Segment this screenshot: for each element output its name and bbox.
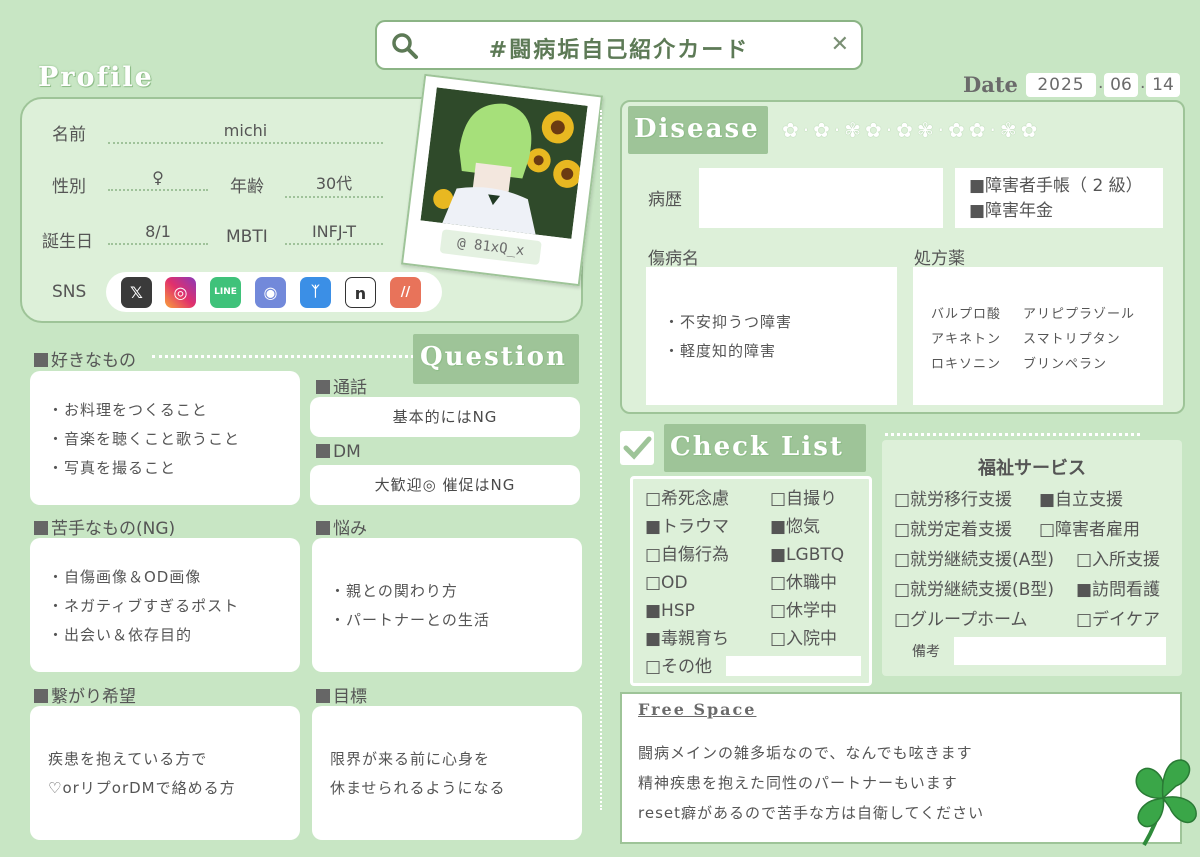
- check-item[interactable]: ■LGBTQ: [770, 541, 844, 569]
- misskey-icon[interactable]: //: [390, 277, 421, 308]
- welfare-item[interactable]: □就労移行支援: [894, 485, 1039, 515]
- welfare-title: 福祉サービス: [978, 458, 1086, 479]
- dislikes-list: ・自傷画像＆OD画像 ・ネガティブすぎるポスト ・出会い＆依存目的: [48, 568, 240, 644]
- welfare-item[interactable]: ■自立支援: [1039, 490, 1123, 510]
- profile-photo: @ 81xQ_x: [400, 73, 604, 287]
- history-box: [699, 168, 943, 228]
- dislikes-label: 苦手なもの(NG): [34, 514, 175, 539]
- discord-icon[interactable]: ◉: [255, 277, 286, 308]
- call-value: 基本的にはNG: [310, 397, 580, 437]
- goal-list: 限界が来る前に心身を 休ませられるようになる: [330, 750, 506, 797]
- connect-list: 疾患を抱えている方で ♡orリプorDMで絡める方: [48, 750, 236, 797]
- check-item[interactable]: □入院中: [770, 625, 844, 653]
- date-year: 2025: [1026, 73, 1096, 97]
- check-item[interactable]: ■トラウマ: [645, 513, 729, 541]
- welfare-item[interactable]: □就労定着支援: [894, 515, 1039, 545]
- certificate-box: ■障害者手帳（ 2 級） ■障害年金: [955, 168, 1163, 228]
- line-icon[interactable]: LINE: [210, 277, 241, 308]
- check-item[interactable]: □希死念慮: [645, 485, 729, 513]
- disease-heading: Disease: [634, 114, 760, 144]
- check-item[interactable]: □自撮り: [770, 485, 844, 513]
- welfare-item[interactable]: □入所支援: [1076, 550, 1160, 570]
- date-day: 14: [1146, 73, 1180, 97]
- photo-handle: @ 81xQ_x: [439, 229, 542, 266]
- welfare-item[interactable]: □デイケア: [1076, 610, 1160, 630]
- checklist-left: □希死念慮 ■トラウマ □自傷行為 □OD ■HSP ■毒親育ち □その他: [645, 485, 729, 681]
- note-label: 備考: [912, 644, 940, 660]
- check-item[interactable]: ■HSP: [645, 597, 729, 625]
- avatar-image: [420, 87, 588, 239]
- instagram-icon[interactable]: ◎: [165, 277, 196, 308]
- gender-label: 性別: [52, 177, 86, 197]
- checklist-right: □自撮り ■惚気 ■LGBTQ □休職中 □休学中 □入院中: [770, 485, 844, 653]
- welfare-item[interactable]: □就労継続支援(B型): [894, 575, 1076, 605]
- welfare-item[interactable]: ■訪問看護: [1076, 580, 1160, 600]
- history-label: 病歴: [648, 190, 682, 210]
- meds-list: バルプロ酸 アリピプラゾール アキネトン スマトリプタン ロキソニン ブリンペラン: [931, 307, 1136, 372]
- note-input[interactable]: [954, 637, 1166, 665]
- gender-value: ♀: [108, 168, 208, 191]
- page-title: #闘病垢自己紹介カード: [488, 38, 750, 63]
- mbti-value: INFJ-T: [285, 222, 383, 245]
- connect-label: 繋がり希望: [34, 682, 136, 707]
- likes-label: 好きなもの: [34, 346, 136, 371]
- bluesky-icon[interactable]: ᛉ: [300, 277, 331, 308]
- flower-decoration: ✿·✿·✾✿·✿✾·✿✿·✾✿: [782, 118, 1042, 142]
- dm-value: 大歓迎◎ 催促はNG: [310, 465, 580, 505]
- worries-list: ・親との関わり方 ・パートナーとの生活: [330, 582, 490, 629]
- welfare-item[interactable]: □グループホーム: [894, 605, 1076, 635]
- note-icon[interactable]: n: [345, 277, 376, 308]
- likes-list: ・お料理をつくること ・音楽を聴くこと歌うこと ・写真を撮ること: [48, 401, 241, 477]
- diagnosis-label: 傷病名: [648, 249, 699, 269]
- check-item[interactable]: □休職中: [770, 569, 844, 597]
- check-item[interactable]: ■惚気: [770, 513, 844, 541]
- meds-label: 処方薬: [914, 249, 965, 269]
- welfare-item[interactable]: □就労継続支援(A型): [894, 545, 1076, 575]
- mbti-label: MBTI: [226, 227, 268, 247]
- name-label: 名前: [52, 125, 86, 145]
- goal-label: 目標: [316, 682, 367, 707]
- birthday-label: 誕生日: [42, 232, 93, 252]
- checklist-heading: Check List: [670, 432, 844, 462]
- question-heading: Question: [420, 342, 567, 372]
- close-icon[interactable]: ✕: [831, 32, 849, 57]
- date-sep-1: .: [1098, 73, 1104, 93]
- free-space-heading: Free Space: [638, 700, 757, 719]
- likes-dotted-line: [152, 355, 414, 358]
- date-month: 06: [1104, 73, 1138, 97]
- check-item[interactable]: □OD: [645, 569, 729, 597]
- dm-label: DM: [316, 442, 361, 462]
- sns-label: SNS: [52, 282, 87, 302]
- worries-label: 悩み: [316, 514, 367, 539]
- check-item[interactable]: □その他: [645, 653, 729, 681]
- x-icon[interactable]: 𝕏: [121, 277, 152, 308]
- sns-bar: 𝕏 ◎ LINE ◉ ᛉ n //: [106, 272, 442, 312]
- check-item[interactable]: □自傷行為: [645, 541, 729, 569]
- birthday-value: 8/1: [108, 222, 208, 245]
- date-label: Date: [963, 72, 1018, 97]
- call-label: 通話: [316, 373, 367, 398]
- clover-icon: [1135, 759, 1197, 847]
- welfare-item[interactable]: □障害者雇用: [1039, 520, 1140, 540]
- other-input[interactable]: [726, 656, 861, 676]
- center-divider: [600, 110, 602, 810]
- checkbox-icon: [620, 431, 654, 465]
- profile-heading: Profile: [38, 62, 154, 93]
- diagnosis-list: ・不安抑うつ障害 ・軽度知的障害: [664, 313, 793, 360]
- check-item[interactable]: □休学中: [770, 597, 844, 625]
- age-value: 30代: [285, 170, 383, 198]
- title-search-bar[interactable]: #闘病垢自己紹介カード ✕: [375, 20, 863, 70]
- age-label: 年齢: [230, 177, 264, 197]
- name-value: michi: [108, 121, 383, 144]
- welfare-list: □就労移行支援 ■自立支援 □就労定着支援 □障害者雇用 □就労継続支援(A型) □入…: [894, 485, 1160, 635]
- welfare-dotted-line: [885, 433, 1140, 436]
- check-item[interactable]: ■毒親育ち: [645, 625, 729, 653]
- free-space-text: 闘病メインの雑多垢なので、なんでも呟きます 精神疾患を抱えた同性のパートナーもいま…: [638, 744, 985, 822]
- date-sep-2: .: [1140, 73, 1146, 93]
